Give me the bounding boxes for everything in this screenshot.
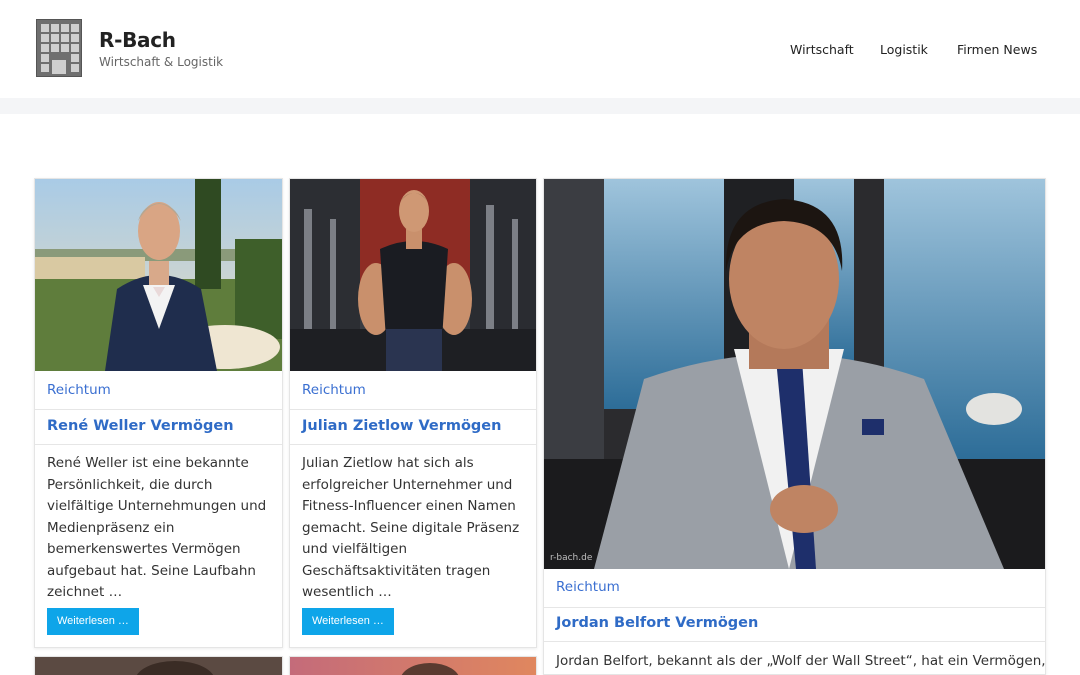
divider [290,409,536,410]
post-card-featured: r-bach.de Reichtum Jordan Belfort Vermög… [543,178,1046,675]
post-image[interactable] [35,179,282,371]
post-excerpt: René Weller ist eine bekannte Persönlich… [47,455,267,600]
post-card: Reichtum Julian Zietlow Vermögen Julian … [289,178,537,648]
divider [544,607,1045,608]
image-watermark: r-bach.de [550,553,593,563]
post-category-link[interactable]: Reichtum [302,382,366,398]
header-divider-band [0,98,1080,114]
post-image[interactable] [290,657,536,675]
divider [35,444,282,445]
site-header: R-Bach Wirtschaft & Logistik Wirtschaft … [0,0,1080,98]
nav-item-wirtschaft[interactable]: Wirtschaft [790,42,854,57]
site-tagline: Wirtschaft & Logistik [99,55,224,69]
read-more-button[interactable]: Weiterlesen … [302,608,394,635]
post-title-link[interactable]: René Weller Vermögen [47,418,234,434]
nav-item-logistik[interactable]: Logistik [880,42,928,57]
post-card [289,656,537,675]
post-image[interactable] [290,179,536,371]
post-card: Reichtum René Weller Vermögen René Welle… [34,178,283,648]
post-title-link[interactable]: Julian Zietlow Vermögen [302,418,501,434]
post-excerpt: Jordan Belfort, bekannt als der „Wolf de… [556,653,1046,669]
post-image[interactable] [35,657,282,675]
divider [290,444,536,445]
building-logo-icon[interactable] [36,19,82,77]
post-excerpt: Julian Zietlow hat sich als erfolgreiche… [302,455,520,600]
site-title[interactable]: R-Bach [99,28,176,52]
post-title-link[interactable]: Jordan Belfort Vermögen [556,615,758,631]
post-category-link[interactable]: Reichtum [47,382,111,398]
post-card [34,656,283,675]
post-category-link[interactable]: Reichtum [556,579,620,595]
post-image[interactable]: r-bach.de [544,179,1045,569]
read-more-button[interactable]: Weiterlesen … [47,608,139,635]
divider [544,641,1045,642]
divider [35,409,282,410]
nav-item-firmen-news[interactable]: Firmen News [957,42,1037,57]
